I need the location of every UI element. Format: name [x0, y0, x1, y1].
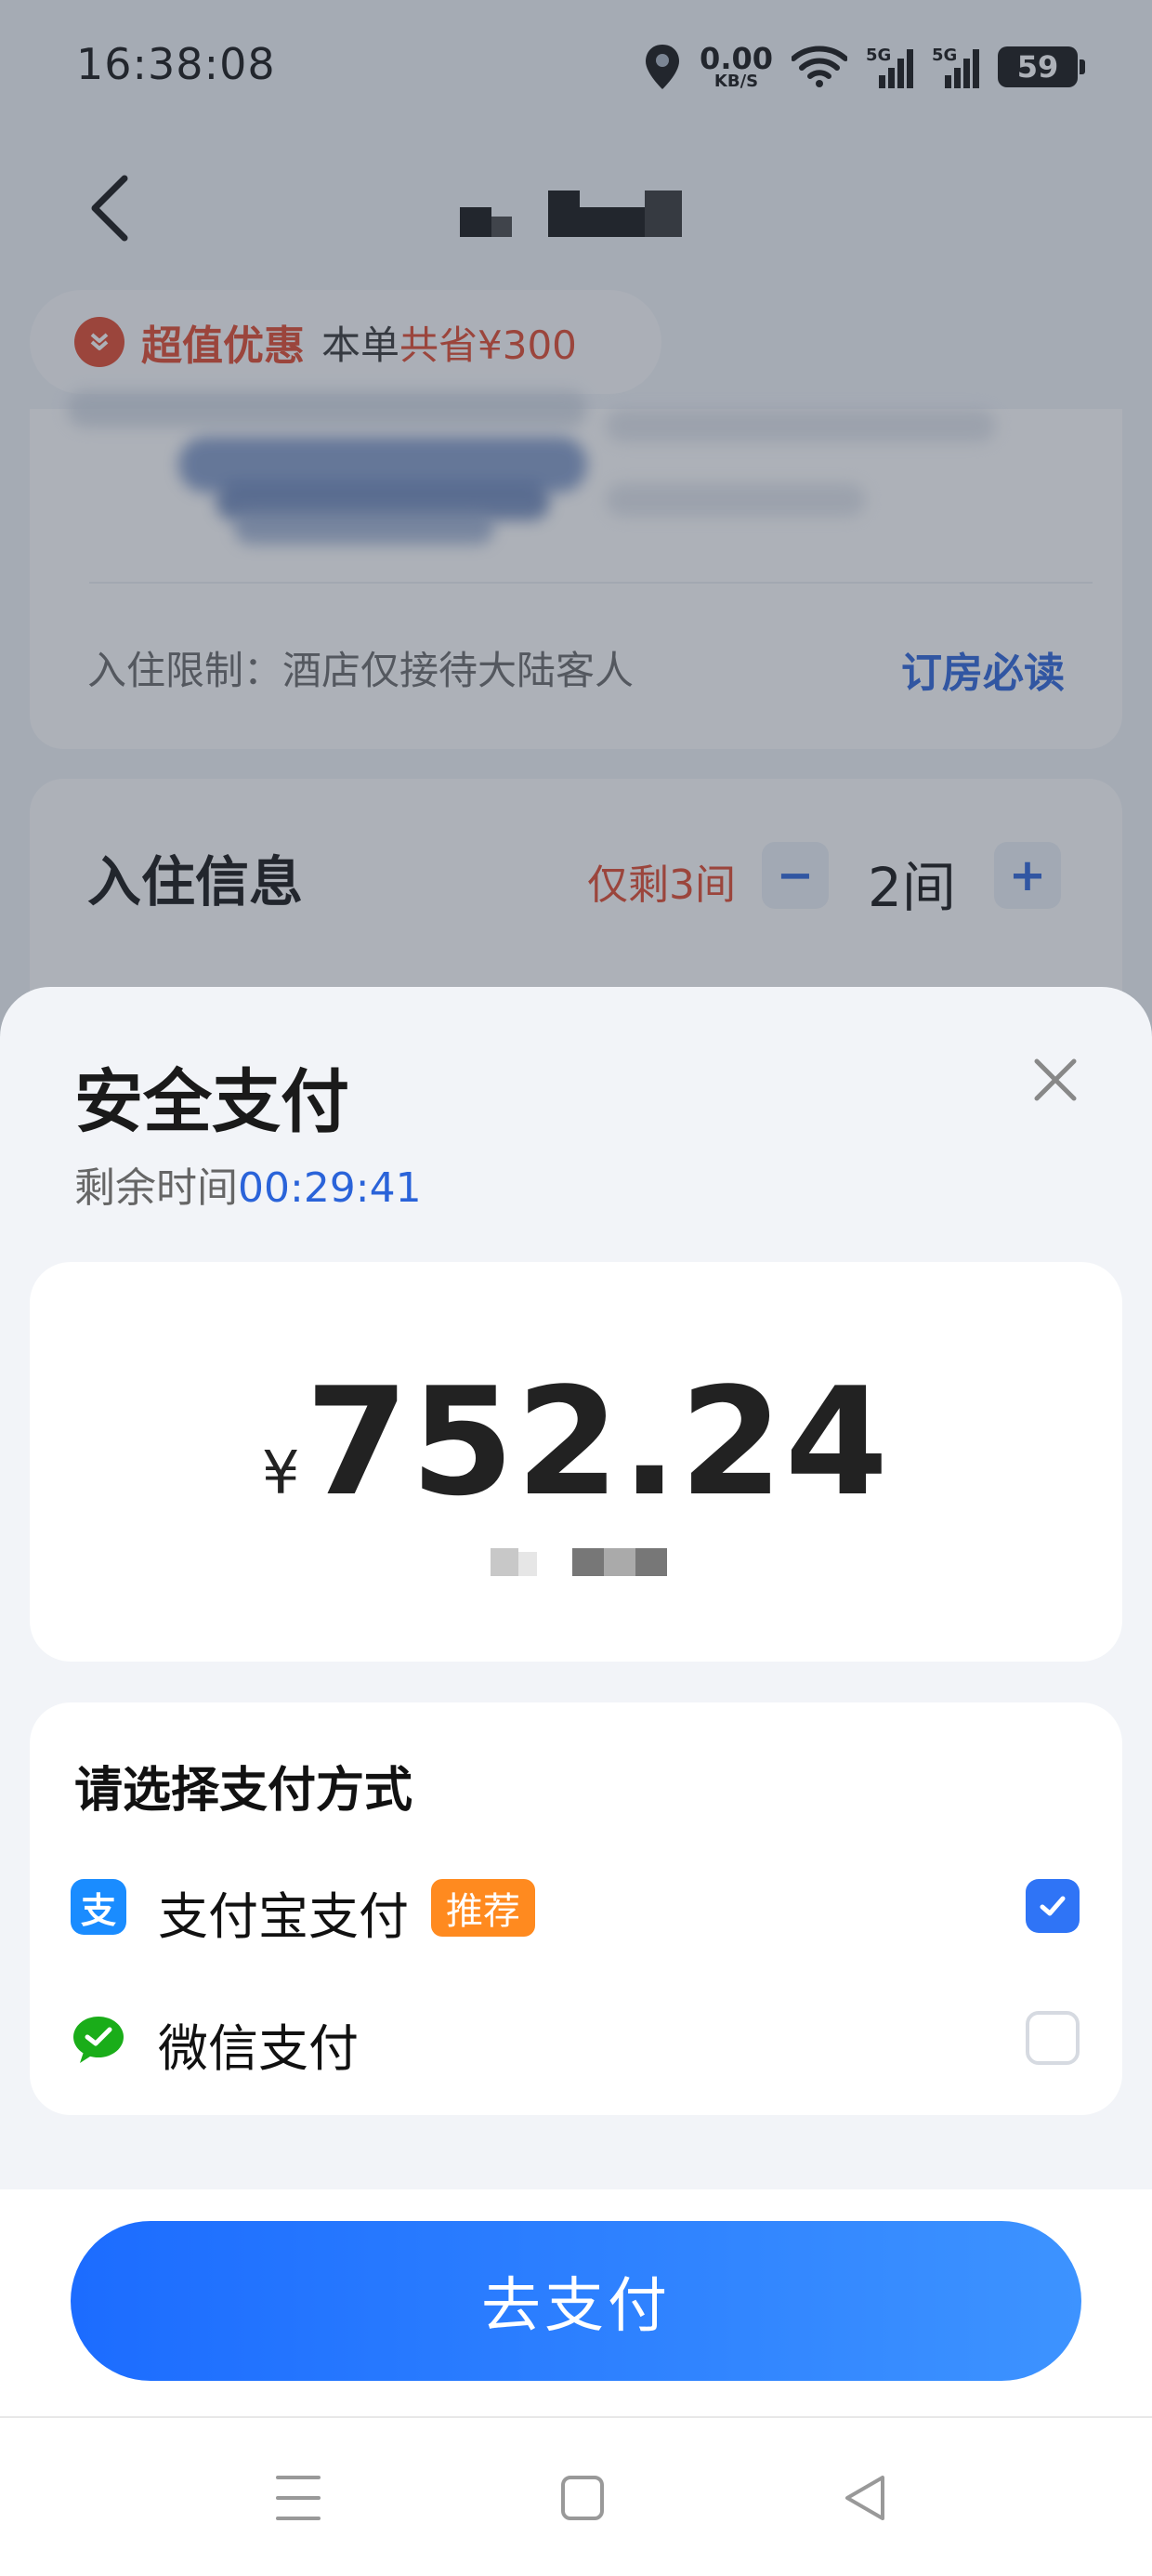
check-icon: [1040, 1896, 1066, 1916]
back-triangle-icon[interactable]: [842, 2470, 888, 2526]
pay-area: 去支付: [0, 2189, 1152, 2416]
background-page: 16:38:08 0.00 KB/S 5G 5G 59 超值优惠 本单 共省¥3…: [0, 0, 1152, 1059]
menu-icon[interactable]: [275, 2470, 321, 2526]
payment-method-card: 请选择支付方式 支 支付宝支付 推荐 微信支付: [30, 1702, 1122, 2115]
close-icon[interactable]: [1028, 1052, 1083, 1108]
method-heading: 请选择支付方式: [74, 1763, 413, 1819]
sheet-title: 安全支付: [74, 1062, 349, 1142]
home-icon[interactable]: [559, 2470, 606, 2526]
recommend-badge: 推荐: [431, 1879, 535, 1937]
timer-label: 剩余时间: [74, 1164, 238, 1212]
method-name: 微信支付: [158, 2019, 359, 2078]
amount-line: ¥ 752.24: [30, 1355, 1122, 1529]
system-nav-bar: [0, 2416, 1152, 2576]
modal-overlay[interactable]: [0, 0, 1152, 1059]
alipay-checkbox[interactable]: [1026, 1879, 1080, 1933]
payment-option-alipay[interactable]: 支 支付宝支付 推荐: [30, 1859, 1122, 1961]
wechat-icon: [71, 2011, 126, 2067]
countdown-timer: 剩余时间00:29:41: [74, 1154, 422, 1214]
timer-value: 00:29:41: [238, 1164, 422, 1212]
amount-card: ¥ 752.24: [30, 1262, 1122, 1662]
payment-amount: 752.24: [305, 1355, 891, 1529]
currency-symbol: ¥: [261, 1439, 300, 1508]
wechat-checkbox[interactable]: [1026, 2011, 1080, 2065]
pay-button[interactable]: 去支付: [71, 2221, 1081, 2381]
alipay-icon: 支: [71, 1879, 126, 1935]
payment-option-wechat[interactable]: 微信支付: [30, 1991, 1122, 2093]
amount-subtext-redacted: [491, 1548, 695, 1576]
method-name: 支付宝支付: [158, 1887, 409, 1946]
